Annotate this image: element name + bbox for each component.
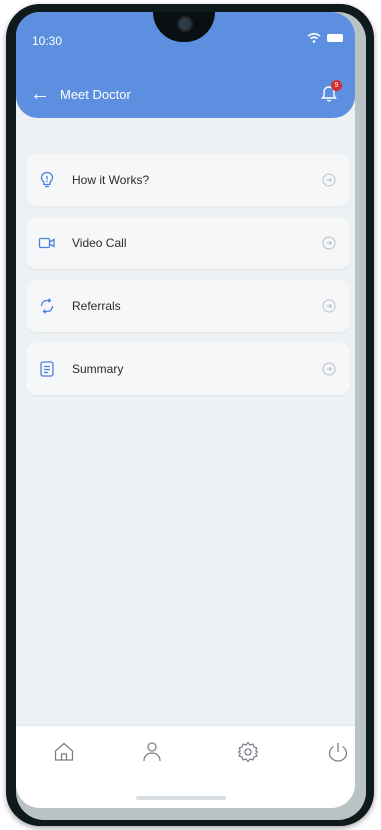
arrow-circle-icon [322,236,336,250]
camera-notch [153,12,215,42]
settings-icon[interactable] [236,740,260,764]
menu-item-label: Video Call [72,236,127,250]
app-screen: 10:30 ← Meet Doctor 9 How it Works? Vide… [16,12,355,808]
home-indicator [136,796,226,800]
back-arrow-icon[interactable]: ← [30,84,50,104]
status-time: 10:30 [32,34,63,48]
video-icon [38,237,55,249]
arrow-circle-icon [322,362,336,376]
app-header: 10:30 ← Meet Doctor 9 [16,12,355,118]
page-title: Meet Doctor [60,86,131,102]
lightbulb-icon [40,171,54,188]
menu-item-label: Summary [72,362,124,376]
status-icons [307,33,343,43]
arrow-circle-icon [322,173,336,187]
menu-item-how-it-works[interactable]: How it Works? [26,154,350,206]
menu-list: How it Works? Video Call Referrals Summa… [26,154,350,406]
notifications-button[interactable]: 9 [319,80,342,104]
menu-item-label: Referrals [72,299,121,313]
bottom-nav [16,725,355,808]
document-icon [40,361,54,377]
battery-icon [327,34,343,42]
menu-item-referrals[interactable]: Referrals [26,280,350,332]
menu-item-summary[interactable]: Summary [26,343,350,395]
arrow-circle-icon [322,299,336,313]
wifi-icon [307,33,321,43]
menu-item-label: How it Works? [72,173,150,187]
refresh-icon [40,298,54,314]
camera-icon [177,16,193,32]
menu-item-video-call[interactable]: Video Call [26,217,350,269]
home-icon[interactable] [52,740,76,764]
notification-badge: 9 [331,80,342,91]
user-icon[interactable] [140,740,164,764]
power-icon[interactable] [326,740,350,764]
nav-row: ← Meet Doctor [30,84,131,104]
